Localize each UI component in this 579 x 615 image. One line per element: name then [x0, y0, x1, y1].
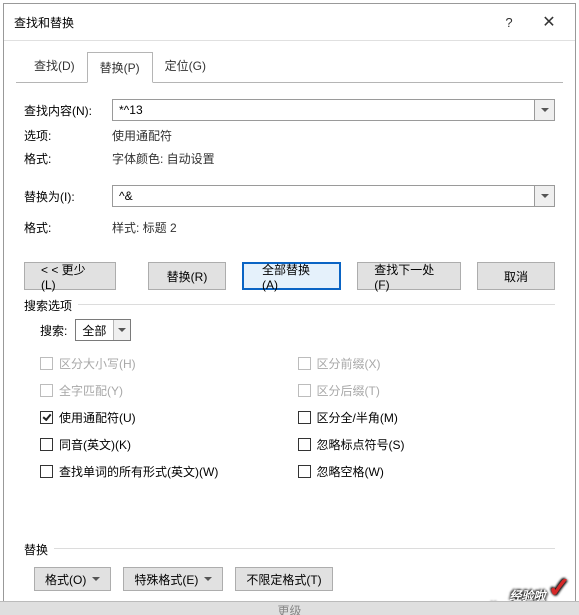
find-dropdown-icon[interactable] — [535, 99, 555, 121]
options-label: 选项: — [24, 127, 112, 144]
options-left-column: 区分大小写(H) 全字匹配(Y) 使用通配符(U) 同音(英文)(K) 查找单词… — [34, 355, 292, 490]
search-direction-select[interactable]: 全部 — [75, 319, 131, 341]
options-right-column: 区分前缀(X) 区分后缀(T) 区分全/半角(M) 忽略标点符号(S) 忽略空格… — [292, 355, 550, 490]
background-cell: 更级 — [0, 601, 579, 615]
search-options-group: 搜索选项 搜索: 全部 区分大小写(H) 全字匹配(Y) 使用通配符(U) 同音… — [24, 304, 555, 496]
replace-button[interactable]: 替换(R) — [148, 262, 226, 290]
action-buttons: < < 更少(L) 替换(R) 全部替换(A) 查找下一处(F) 取消 — [24, 262, 555, 290]
chevron-down-icon — [113, 320, 130, 340]
checkbox-prefix: 区分前缀(X) — [292, 355, 550, 372]
options-value: 使用通配符 — [112, 127, 172, 144]
search-options-legend: 搜索选项 — [24, 297, 78, 314]
replace-legend: 替换 — [24, 541, 54, 558]
find-next-button[interactable]: 查找下一处(F) — [357, 262, 461, 290]
help-icon[interactable]: ? — [489, 15, 529, 30]
checkmark-icon: ✓ — [548, 574, 571, 602]
dialog-title: 查找和替换 — [14, 14, 74, 31]
checkbox-sounds-like[interactable]: 同音(英文)(K) — [34, 436, 292, 453]
find-combo — [112, 99, 555, 121]
special-menu-button[interactable]: 特殊格式(E) — [123, 567, 223, 591]
checkbox-wildcards[interactable]: 使用通配符(U) — [34, 409, 292, 426]
find-format-label: 格式: — [24, 150, 112, 167]
checkbox-width[interactable]: 区分全/半角(M) — [292, 409, 550, 426]
checkbox-match-case: 区分大小写(H) — [34, 355, 292, 372]
replace-input[interactable] — [112, 185, 535, 207]
chevron-down-icon — [92, 577, 100, 581]
checkbox-word-forms[interactable]: 查找单词的所有形式(英文)(W) — [34, 463, 292, 480]
replace-format-value: 样式: 标题 2 — [112, 219, 177, 236]
search-direction-label: 搜索: — [40, 322, 67, 339]
replace-label: 替换为(I): — [24, 188, 112, 205]
checkbox-whole-word: 全字匹配(Y) — [34, 382, 292, 399]
chevron-down-icon — [204, 577, 212, 581]
find-replace-dialog: 查找和替换 ? ✕ 查找(D) 替换(P) 定位(G) 查找内容(N): 选项:… — [3, 3, 576, 608]
checkbox-suffix: 区分后缀(T) — [292, 382, 550, 399]
close-icon[interactable]: ✕ — [529, 12, 569, 32]
replace-all-button[interactable]: 全部替换(A) — [242, 262, 341, 290]
checkbox-ignore-space[interactable]: 忽略空格(W) — [292, 463, 550, 480]
replace-format-label: 格式: — [24, 219, 112, 236]
no-format-button[interactable]: 不限定格式(T) — [235, 567, 332, 591]
tab-goto[interactable]: 定位(G) — [153, 51, 218, 82]
find-format-value: 字体颜色: 自动设置 — [112, 150, 215, 167]
find-label: 查找内容(N): — [24, 102, 112, 119]
cancel-button[interactable]: 取消 — [477, 262, 555, 290]
tabs: 查找(D) 替换(P) 定位(G) — [4, 41, 575, 82]
find-input[interactable] — [112, 99, 535, 121]
checkbox-ignore-punct[interactable]: 忽略标点符号(S) — [292, 436, 550, 453]
replace-group: 替换 格式(O) 特殊格式(E) 不限定格式(T) — [24, 548, 555, 597]
tab-find[interactable]: 查找(D) — [22, 51, 87, 82]
dialog-content: 查找内容(N): 选项: 使用通配符 格式: 字体颜色: 自动设置 替换为(I)… — [4, 83, 575, 605]
replace-combo — [112, 185, 555, 207]
format-menu-button[interactable]: 格式(O) — [34, 567, 111, 591]
titlebar: 查找和替换 ? ✕ — [4, 4, 575, 41]
less-button[interactable]: < < 更少(L) — [24, 262, 116, 290]
replace-dropdown-icon[interactable] — [535, 185, 555, 207]
tab-replace[interactable]: 替换(P) — [87, 52, 153, 83]
